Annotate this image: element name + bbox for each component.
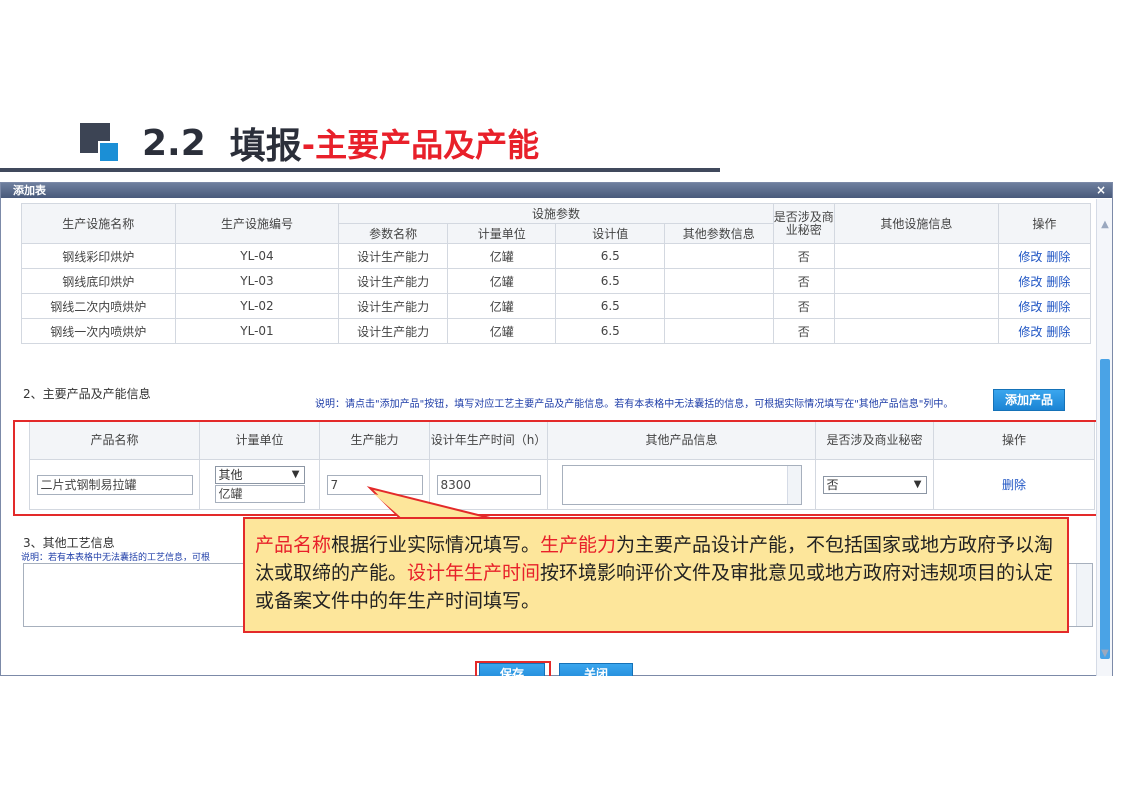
product-table-highlight-box <box>13 420 1097 516</box>
dialog-titlebar[interactable]: 添加表 × <box>1 183 1112 198</box>
other-info <box>833 293 999 319</box>
edit-link[interactable]: 修改 <box>1018 250 1042 264</box>
design-value: 6.5 <box>555 268 665 294</box>
other-param <box>664 293 774 319</box>
facility-code: YL-04 <box>174 243 340 269</box>
edit-link[interactable]: 修改 <box>1018 300 1042 314</box>
scroll-down-icon[interactable]: ▼ <box>1099 648 1111 662</box>
table-row: 钢线彩印烘炉 YL-04 设计生产能力 亿罐 6.5 否 修改 删除 <box>21 243 1092 269</box>
unit: 亿罐 <box>446 318 557 344</box>
delete-link[interactable]: 删除 <box>1046 250 1070 264</box>
param-name: 设计生产能力 <box>338 293 448 319</box>
section3-label: 3、其他工艺信息 <box>23 536 115 550</box>
delete-link[interactable]: 删除 <box>1046 300 1070 314</box>
facility-name: 钢线彩印烘炉 <box>21 243 176 269</box>
secret: 否 <box>772 268 835 294</box>
row-ops: 修改 删除 <box>997 293 1092 319</box>
other-param <box>664 268 774 294</box>
col-secret: 是否涉及商业秘密 <box>772 203 835 244</box>
edit-link[interactable]: 修改 <box>1018 325 1042 339</box>
param-name: 设计生产能力 <box>338 318 448 344</box>
col-param-name: 参数名称 <box>338 223 448 244</box>
facility-code: YL-01 <box>174 318 340 344</box>
unit: 亿罐 <box>446 268 557 294</box>
other-info <box>833 268 999 294</box>
design-value: 6.5 <box>555 293 665 319</box>
other-param <box>664 243 774 269</box>
close-icon[interactable]: × <box>1096 183 1106 198</box>
add-product-button[interactable]: 添加产品 <box>993 389 1065 411</box>
row-ops: 修改 删除 <box>997 268 1092 294</box>
delete-link[interactable]: 删除 <box>1046 325 1070 339</box>
callout-highlight-product-name: 产品名称 <box>255 534 332 556</box>
facility-code: YL-03 <box>174 268 340 294</box>
col-unit: 计量单位 <box>446 223 557 244</box>
dialog-scrollbar[interactable]: ▲ ▼ <box>1096 199 1112 676</box>
col-ops: 操作 <box>997 203 1092 244</box>
col-facility-name: 生产设施名称 <box>21 203 176 244</box>
title-main: 填报 <box>229 126 302 167</box>
col-params-group: 设施参数 <box>338 203 774 224</box>
facility-name: 钢线一次内喷烘炉 <box>21 318 176 344</box>
section2-label: 2、主要产品及产能信息 <box>23 387 151 401</box>
slide: 2.2 填报 -主要产品及产能 添加表 × 生产设施名称 生产设施编号 设施参数… <box>0 0 1123 794</box>
title-square-icon <box>80 123 120 163</box>
scroll-thumb[interactable] <box>1100 359 1110 659</box>
facility-code: YL-02 <box>174 293 340 319</box>
col-other-param: 其他参数信息 <box>664 223 774 244</box>
param-name: 设计生产能力 <box>338 268 448 294</box>
explanation-callout: 产品名称根据行业实际情况填写。生产能力为主要产品设计产能，不包括国家或地方政府予… <box>243 517 1069 633</box>
callout-text: 根据行业实际情况填写。 <box>331 534 541 556</box>
facility-name: 钢线底印烘炉 <box>21 268 176 294</box>
close-button[interactable]: 关闭 <box>559 663 633 676</box>
col-facility-code: 生产设施编号 <box>174 203 340 244</box>
design-value: 6.5 <box>555 243 665 269</box>
design-value: 6.5 <box>555 318 665 344</box>
unit: 亿罐 <box>446 243 557 269</box>
table-row: 钢线底印烘炉 YL-03 设计生产能力 亿罐 6.5 否 修改 删除 <box>21 268 1092 294</box>
facility-name: 钢线二次内喷烘炉 <box>21 293 176 319</box>
other-param <box>664 318 774 344</box>
title-subtitle: -主要产品及产能 <box>301 126 540 164</box>
delete-link[interactable]: 删除 <box>1046 275 1070 289</box>
secret: 否 <box>772 318 835 344</box>
callout-highlight-hours: 设计年生产时间 <box>407 562 541 584</box>
row-ops: 修改 删除 <box>997 243 1092 269</box>
table-row: 钢线二次内喷烘炉 YL-02 设计生产能力 亿罐 6.5 否 修改 删除 <box>21 293 1092 319</box>
param-name: 设计生产能力 <box>338 243 448 269</box>
textarea-scrollbar[interactable] <box>1076 564 1092 626</box>
section3-note: 说明：若有本表格中无法囊括的工艺信息，可根 <box>21 553 211 563</box>
title-number: 2.2 <box>142 122 206 164</box>
facility-table: 生产设施名称 生产设施编号 设施参数 是否涉及商业秘密 其他设施信息 操作 参数… <box>21 203 1092 344</box>
other-info <box>833 318 999 344</box>
title-underline <box>0 168 720 172</box>
section2-note: 说明：请点击"添加产品"按钮，填写对应工艺主要产品及产能信息。若有本表格中无法囊… <box>315 399 954 410</box>
secret: 否 <box>772 243 835 269</box>
scroll-up-icon[interactable]: ▲ <box>1099 219 1111 233</box>
unit: 亿罐 <box>446 293 557 319</box>
dialog-title: 添加表 <box>13 184 46 197</box>
table-row: 钢线一次内喷烘炉 YL-01 设计生产能力 亿罐 6.5 否 修改 删除 <box>21 318 1092 344</box>
slide-title: 2.2 填报 -主要产品及产能 <box>80 118 539 168</box>
callout-highlight-capacity: 生产能力 <box>540 534 617 556</box>
col-design-value: 设计值 <box>555 223 665 244</box>
row-ops: 修改 删除 <box>997 318 1092 344</box>
col-other-facility-info: 其他设施信息 <box>833 203 999 244</box>
save-highlight-box <box>475 661 551 676</box>
secret: 否 <box>772 293 835 319</box>
edit-link[interactable]: 修改 <box>1018 275 1042 289</box>
other-info <box>833 243 999 269</box>
